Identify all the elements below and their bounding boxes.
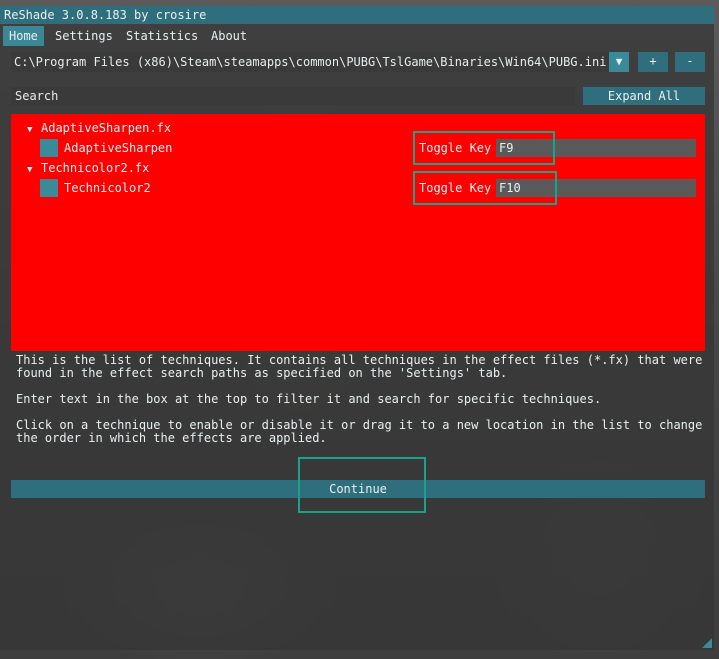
tab-about[interactable]: About [205,26,253,46]
effect-file-node[interactable]: ▼ Technicolor2.fx [27,161,149,175]
menu-bar: Home Settings Statistics About [0,26,714,46]
technique-label[interactable]: Technicolor2 [64,181,151,195]
technique-label[interactable]: AdaptiveSharpen [64,141,172,155]
preset-dropdown-button[interactable]: ▼ [609,52,629,72]
triangle-down-icon: ▼ [27,165,33,175]
help-paragraph: This is the list of techniques. It conta… [16,353,703,380]
technique-checkbox[interactable] [40,179,58,197]
search-input[interactable] [11,87,575,105]
technique-checkbox[interactable] [40,139,58,157]
effect-file-node[interactable]: ▼ AdaptiveSharpen.fx [27,121,171,135]
help-text: This is the list of techniques. It conta… [16,354,706,458]
help-paragraph: Enter text in the box at the top to filt… [16,392,602,406]
technique-list: ▼ AdaptiveSharpen.fx AdaptiveSharpen Togg… [11,114,705,351]
add-preset-button[interactable]: + [638,52,668,72]
resize-grip[interactable] [702,638,712,648]
highlight-box [413,171,557,205]
reshade-window: ReShade 3.0.8.183 by crosire Home Settin… [0,6,714,650]
highlight-box [413,131,555,165]
expand-all-button[interactable]: Expand All [583,87,705,105]
effect-file-label: Technicolor2.fx [41,161,150,175]
help-paragraph: Click on a technique to enable or disabl… [16,418,703,445]
tab-statistics[interactable]: Statistics [120,26,204,46]
highlight-box [298,457,426,513]
preset-path-field[interactable]: C:\Program Files (x86)\Steam\steamapps\c… [11,52,615,72]
effect-file-label: AdaptiveSharpen.fx [41,121,172,135]
tab-settings[interactable]: Settings [49,26,119,46]
triangle-down-icon: ▼ [27,125,33,135]
triangle-down-icon: ▼ [615,55,623,68]
window-title[interactable]: ReShade 3.0.8.183 by crosire [0,6,714,24]
remove-preset-button[interactable]: - [675,52,705,72]
tab-home[interactable]: Home [3,26,44,46]
